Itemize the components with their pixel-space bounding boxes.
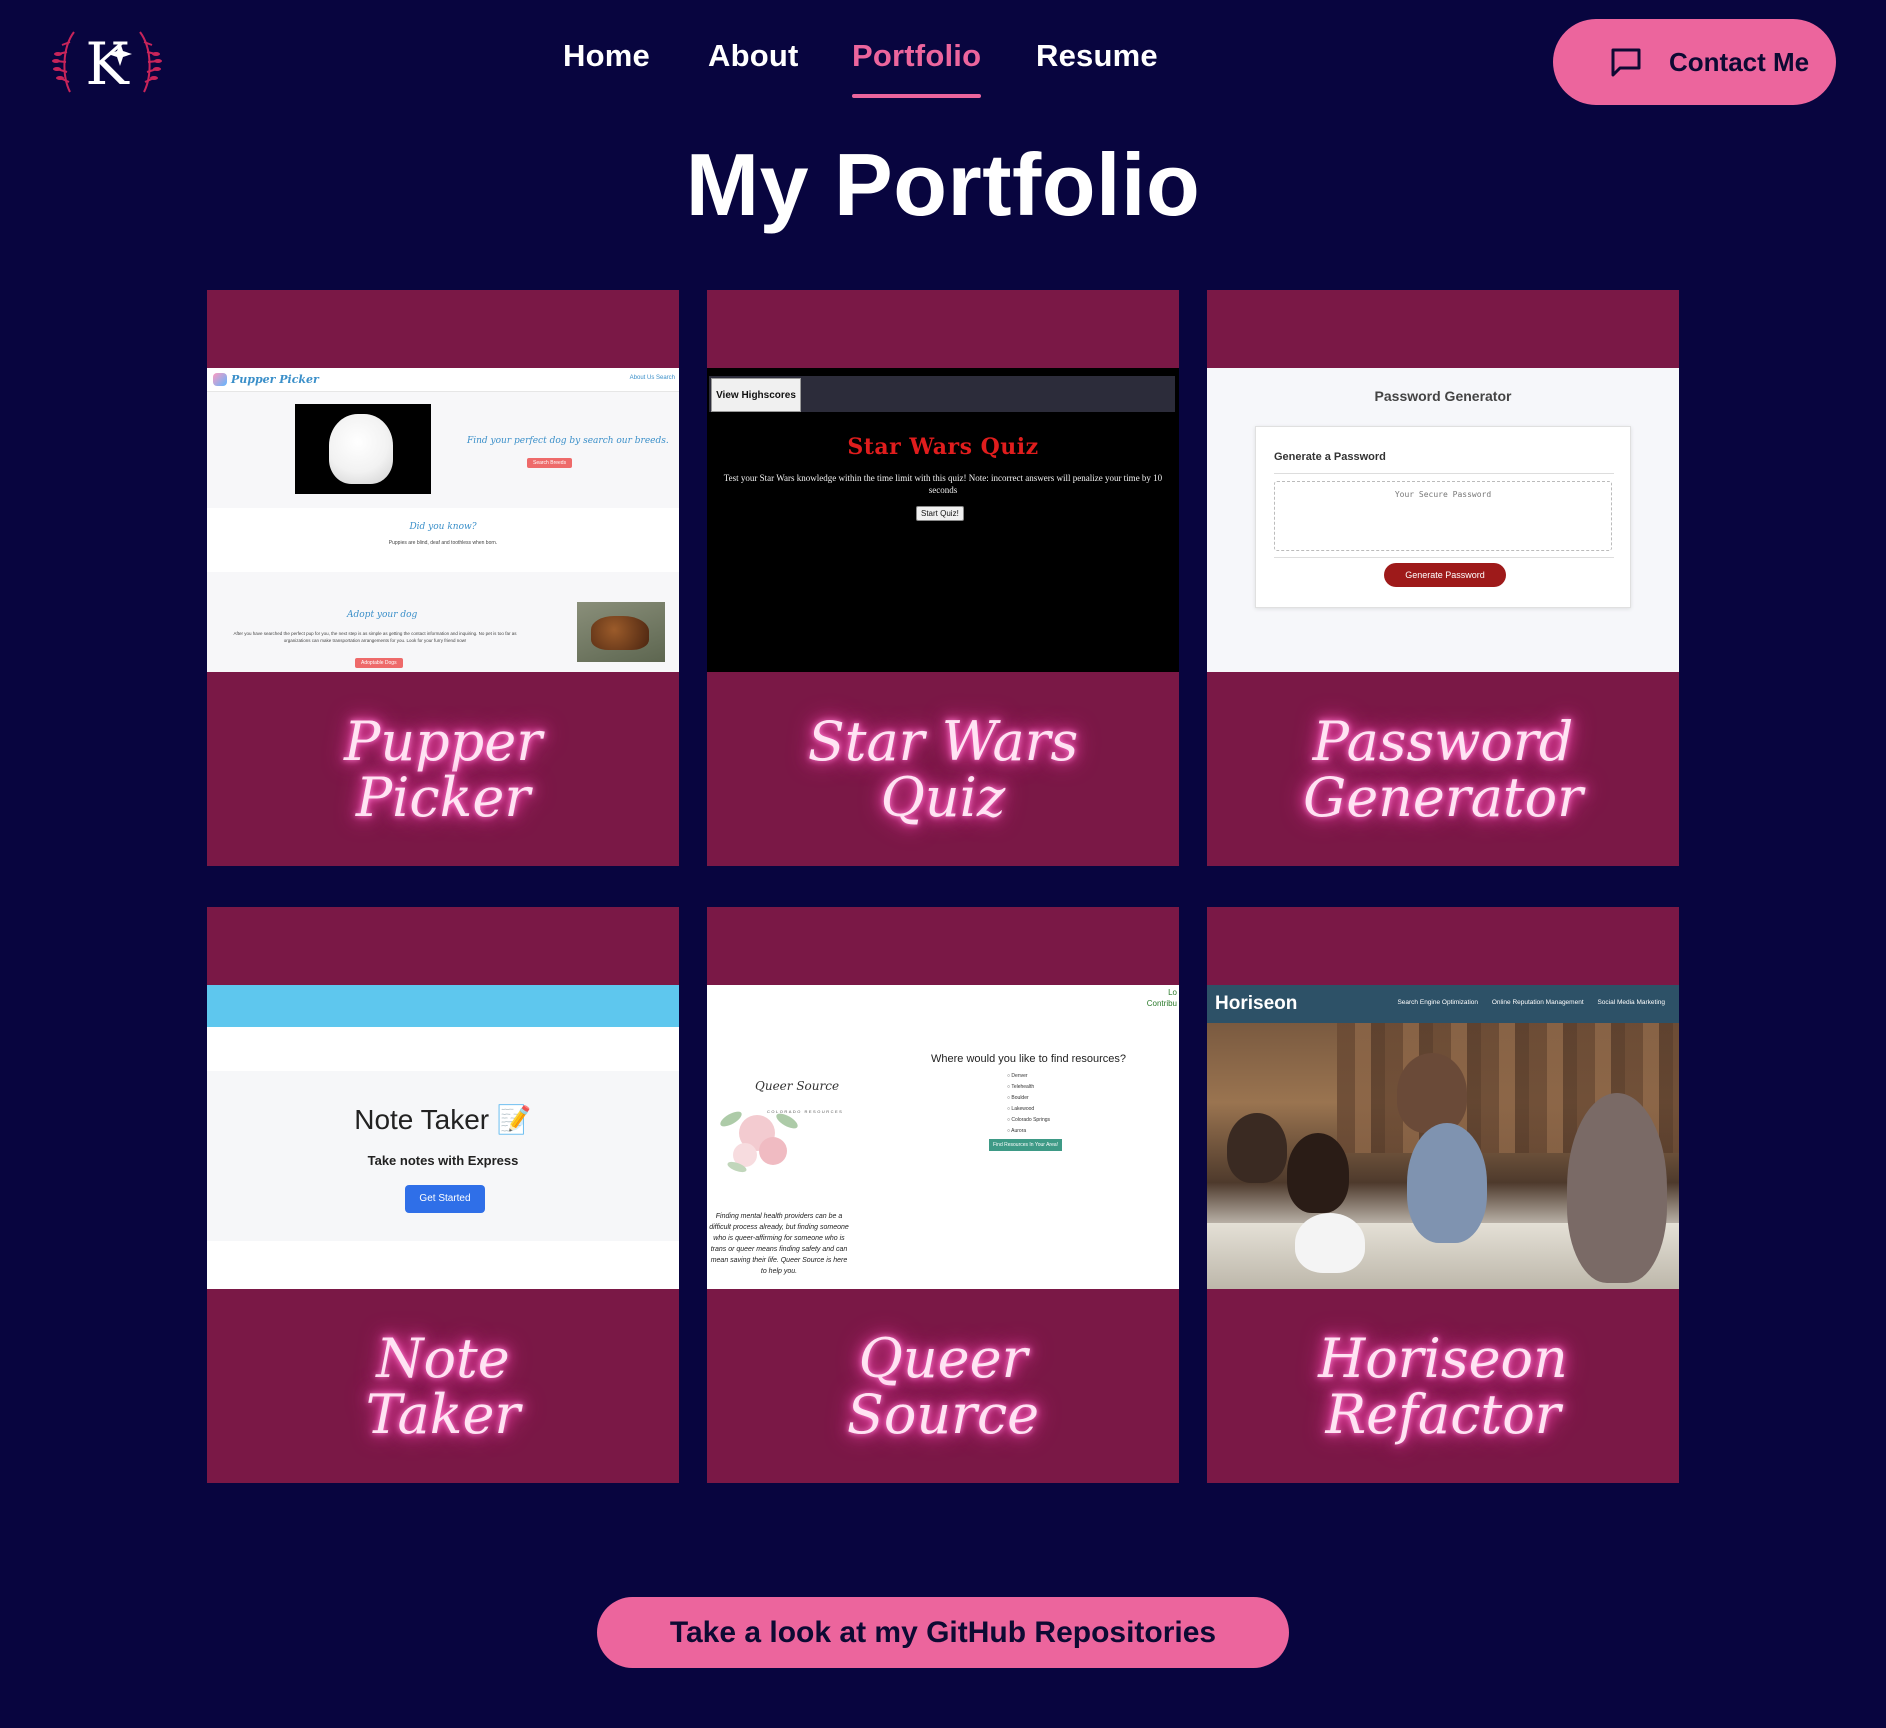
project-preview: Pupper Picker About Us Search Find your … [207,368,679,672]
preview-generate-button: Generate Password [1384,563,1506,587]
caption-line: Quiz [880,766,1006,829]
preview-option: ○ Colorado Springs [1007,1117,1051,1123]
preview-adopt-text: After you have searched the perfect pup … [233,631,517,643]
project-card-queer-source[interactable]: Lo Contribu Queer Source COLORADO RESOUR… [707,907,1179,1483]
preview-logo-subtitle: COLORADO RESOURCES [767,1109,844,1114]
preview-fact-title: Did you know? [409,522,477,532]
preview-option: ○ Aurora [1007,1128,1027,1134]
preview-highscores-button: View Highscores [711,378,801,412]
preview-adopt-section: Adopt your dog After you have searched t… [207,572,679,672]
project-card-horiseon-refactor[interactable]: Horiseon Search Engine Optimization Onli… [1207,907,1679,1483]
project-card-password-generator[interactable]: Password Generator Generate a Password Y… [1207,290,1679,866]
preview-adopt-title: Adopt your dog [347,610,418,620]
preview-brand: Horiseon [1215,993,1298,1014]
brown-dog-image [577,602,665,662]
nav-about[interactable]: About [708,38,799,74]
preview-login-link: Lo [1168,988,1177,997]
preview-menu-item: Search Engine Optimization [1397,999,1479,1006]
preview-start-button: Start Quiz! [916,506,964,521]
caption-line: Taker [365,1383,521,1446]
preview-get-started-button: Get Started [405,1185,485,1213]
project-preview: Note Taker 📝 Take notes with Express Get… [207,985,679,1289]
project-caption: Horiseon Refactor [1207,1297,1679,1477]
preview-question: Where would you like to find resources? [931,1053,1127,1065]
project-card-note-taker[interactable]: Note Taker 📝 Take notes with Express Get… [207,907,679,1483]
preview-menu: Search Engine Optimization Online Reputa… [1385,999,1665,1006]
nav-portfolio-label: Portfolio [852,38,982,73]
project-preview: Horiseon Search Engine Optimization Onli… [1207,985,1679,1289]
caption-line: Note [376,1327,510,1390]
project-preview: Password Generator Generate a Password Y… [1207,368,1679,672]
nav-portfolio[interactable]: Portfolio [852,38,982,98]
preview-paragraph: Finding mental health providers can be a… [709,1213,849,1275]
preview-contribute-link: Contribu [1146,999,1177,1008]
project-caption: Queer Source [707,1297,1179,1477]
caption-line: Pupper [343,710,543,773]
active-underline [852,94,982,98]
page-title: My Portfolio [685,135,1201,234]
preview-top-links: Lo Contribu [1147,987,1177,1009]
caption-line: Generator [1303,766,1583,829]
preview-menu-item: Online Reputation Management [1491,999,1584,1006]
preview-logo-text: Queer Source [755,1079,840,1093]
project-preview: View Highscores Star Wars Quiz Test your… [707,368,1179,672]
nav-home[interactable]: Home [563,38,650,74]
preview-options: ○ Denver ○ Telehealth ○ Boulder ○ Lakewo… [1007,1071,1050,1137]
github-repositories-button[interactable]: Take a look at my GitHub Repositories [597,1597,1289,1668]
page: K Home About Portfolio Resume Contact Me… [0,0,1886,1728]
nav-resume[interactable]: Resume [1036,38,1158,74]
preview-title: Password Generator [1374,388,1512,404]
preview-card: Generate a Password Your Secure Password… [1255,426,1631,608]
dog-logo-icon [213,373,227,386]
preview-links: About Us Search [629,375,675,381]
caption-line: Queer [858,1327,1028,1390]
caption-line: Refactor [1325,1383,1561,1446]
caption-line: Star Wars [807,710,1079,773]
preview-adopt-button: Adoptable Dogs [355,658,403,668]
project-caption: Password Generator [1207,680,1679,860]
preview-topbar [207,985,679,1027]
project-caption: Star Wars Quiz [707,680,1179,860]
preview-hero-text: Find your perfect dog by search our bree… [467,436,669,446]
preview-fact-text: Puppies are blind, deaf and toothless wh… [388,540,498,546]
preview-option: ○ Denver [1007,1073,1028,1079]
preview-title: Star Wars Quiz [847,434,1039,460]
team-meeting-photo [1207,1023,1679,1289]
preview-option: ○ Telehealth [1007,1084,1035,1090]
preview-menu-item: Social Media Marketing [1597,999,1665,1006]
preview-password-field: Your Secure Password [1274,481,1612,551]
preview-title: Note Taker 📝 [354,1104,532,1135]
caption-line: Source [846,1383,1040,1446]
contact-me-label: Contact Me [1669,46,1810,77]
project-preview: Lo Contribu Queer Source COLORADO RESOUR… [707,985,1179,1289]
project-caption: Pupper Picker [207,680,679,860]
project-card-pupper-picker[interactable]: Pupper Picker About Us Search Find your … [207,290,679,866]
preview-card-title: Generate a Password [1274,451,1386,463]
white-dog-image [295,404,431,494]
preview-option: ○ Boulder [1007,1095,1029,1101]
caption-line: Horiseon [1318,1327,1568,1390]
project-caption: Note Taker [207,1297,679,1477]
preview-subtitle: Take notes with Express [367,1153,519,1168]
preview-description: Test your Star Wars knowledge within the… [723,473,1163,495]
project-card-star-wars-quiz[interactable]: View Highscores Star Wars Quiz Test your… [707,290,1179,866]
preview-option: ○ Lakewood [1007,1106,1035,1112]
caption-line: Picker [355,766,531,829]
preview-brand: Pupper Picker [231,373,319,386]
caption-line: Password [1312,710,1574,773]
preview-find-button: Find Resources In Your Area! [989,1139,1063,1151]
preview-search-button: Search Breeds [527,458,573,468]
chat-bubble-icon [1611,48,1641,77]
contact-me-button[interactable]: Contact Me [1553,19,1836,105]
preview-fact-section: Did you know? Puppies are blind, deaf an… [207,508,679,572]
